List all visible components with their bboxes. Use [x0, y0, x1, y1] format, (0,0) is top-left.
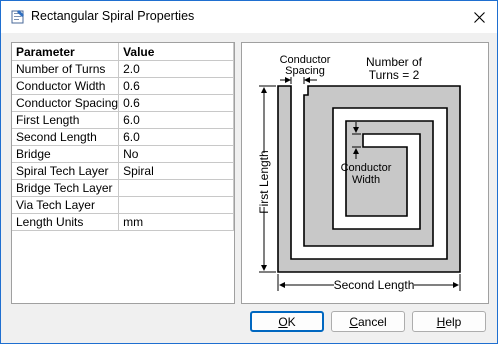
table-row[interactable]: Spiral Tech Layer Spiral [12, 162, 234, 180]
app-icon [11, 10, 24, 24]
conductor-width-label-1: Conductor [341, 162, 392, 174]
ok-label: K [287, 314, 296, 329]
param-value[interactable] [118, 196, 234, 214]
param-name: Bridge Tech Layer [12, 179, 120, 197]
param-value[interactable]: Spiral [118, 162, 234, 180]
param-name: Conductor Spacing [12, 94, 120, 112]
table-row[interactable]: Bridge Tech Layer [12, 179, 234, 197]
grid-header-row: Parameter Value [12, 43, 234, 61]
window-title: Rectangular Spiral Properties [31, 9, 195, 23]
ok-button[interactable]: OK [250, 311, 324, 332]
param-value[interactable]: 6.0 [118, 128, 234, 146]
ok-mnemonic: O [278, 314, 288, 329]
table-row[interactable]: Number of Turns 2.0 [12, 60, 234, 78]
conductor-width-label-2: Width [352, 174, 380, 186]
param-name: Bridge [12, 145, 120, 163]
dialog-body: Parameter Value Number of Turns 2.0 Cond… [1, 33, 497, 343]
cancel-label: ancel [357, 314, 387, 329]
param-name: Spiral Tech Layer [12, 162, 120, 180]
table-row[interactable]: Conductor Spacing 0.6 [12, 94, 234, 112]
param-value[interactable]: No [118, 145, 234, 163]
help-mnemonic: H [436, 314, 446, 329]
table-row[interactable]: Bridge No [12, 145, 234, 163]
help-button[interactable]: Help [412, 311, 486, 332]
help-label: elp [445, 314, 462, 329]
table-row[interactable]: Second Length 6.0 [12, 128, 234, 146]
param-name: Second Length [12, 128, 120, 146]
parameter-grid: Parameter Value Number of Turns 2.0 Cond… [11, 42, 235, 304]
param-name: First Length [12, 111, 120, 129]
conductor-spacing-label-2: Spacing [285, 65, 325, 77]
title-bar: Rectangular Spiral Properties [1, 1, 497, 33]
second-length-label: Second Length [334, 278, 415, 292]
close-icon [473, 11, 485, 23]
first-length-label: First Length [257, 150, 271, 213]
param-value[interactable]: mm [118, 213, 234, 231]
table-row[interactable]: Length Units mm [12, 213, 234, 231]
cancel-mnemonic: C [349, 314, 358, 329]
spiral-diagram: Conductor Spacing Number of Turns = 2 Co… [257, 54, 461, 292]
column-header-value: Value [118, 43, 234, 61]
table-row[interactable]: First Length 6.0 [12, 111, 234, 129]
param-name: Length Units [12, 213, 120, 231]
param-value[interactable]: 6.0 [118, 111, 234, 129]
param-value[interactable]: 2.0 [118, 60, 234, 78]
spiral-diagram-panel: Conductor Spacing Number of Turns = 2 Co… [241, 42, 489, 304]
close-button[interactable] [469, 7, 489, 27]
cancel-button[interactable]: Cancel [331, 311, 405, 332]
param-value[interactable]: 0.6 [118, 94, 234, 112]
param-value[interactable] [118, 179, 234, 197]
column-header-parameter: Parameter [12, 43, 120, 61]
table-row[interactable]: Conductor Width 0.6 [12, 77, 234, 95]
turns-label-2: Turns = 2 [369, 68, 420, 82]
param-name: Conductor Width [12, 77, 120, 95]
param-name: Via Tech Layer [12, 196, 120, 214]
table-row[interactable]: Via Tech Layer [12, 196, 234, 214]
turns-label-1: Number of [366, 55, 423, 69]
param-value[interactable]: 0.6 [118, 77, 234, 95]
dialog-window: Rectangular Spiral Properties Parameter … [0, 0, 498, 344]
param-name: Number of Turns [12, 60, 120, 78]
